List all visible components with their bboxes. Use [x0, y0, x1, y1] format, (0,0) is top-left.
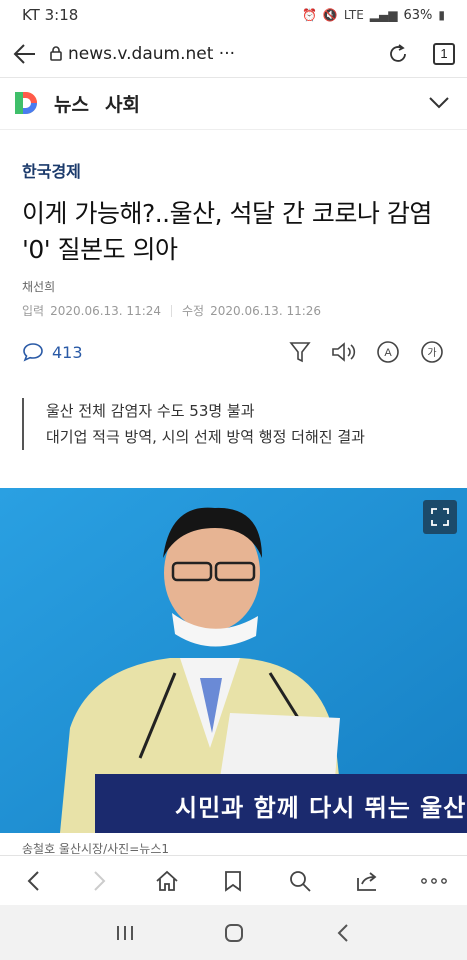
news-label[interactable]: 뉴스	[54, 90, 89, 117]
section-label[interactable]: 사회	[105, 90, 140, 117]
forward-icon[interactable]	[80, 861, 120, 901]
font-size-icon[interactable]: 가	[417, 337, 447, 367]
system-nav-bar	[0, 905, 467, 960]
photo-banner-text: 시민과 함께 다시 뛰는 울산	[175, 794, 467, 822]
comment-count: 413	[52, 342, 83, 362]
tabs-button[interactable]: 1	[421, 42, 467, 65]
alarm-icon: ⏰	[301, 8, 317, 22]
chevron-down-icon[interactable]	[429, 94, 449, 113]
article-dates: 입력 2020.06.13. 11:24 수정 2020.06.13. 11:2…	[22, 302, 321, 319]
carrier-time: KT 3:18	[22, 6, 79, 24]
daum-news-header: 뉴스 사회	[0, 78, 467, 130]
mute-icon: 🔇	[322, 8, 338, 22]
status-bar: KT 3:18 ⏰ 🔇 LTE ▂▄▆ 63% ▮	[0, 0, 467, 30]
address-field[interactable]: news.v.daum.net ···	[50, 44, 375, 64]
date-divider	[171, 304, 173, 317]
home-button-icon[interactable]	[214, 913, 254, 953]
comment-icon	[23, 343, 43, 362]
summary-line: 울산 전체 감염자 수도 53명 불과	[46, 402, 255, 420]
home-icon[interactable]	[147, 861, 187, 901]
press-name[interactable]: 한국경제	[22, 158, 81, 182]
share-icon[interactable]	[347, 861, 387, 901]
photo-caption: 송철호 울산시장/사진=뉴스1	[22, 842, 169, 854]
modified-date: 2020.06.13. 11:26	[210, 303, 322, 318]
recommend-icon[interactable]	[285, 337, 315, 367]
published-date: 2020.06.13. 11:24	[50, 303, 162, 318]
audio-icon[interactable]	[329, 337, 359, 367]
more-icon[interactable]	[414, 861, 454, 901]
svg-text:가: 가	[427, 347, 436, 359]
back-icon[interactable]	[13, 861, 53, 901]
svg-text:A: A	[384, 347, 392, 359]
battery-icon: ▮	[438, 8, 445, 22]
url-text: news.v.daum.net ···	[68, 43, 236, 64]
article-headline: 이게 가능해?..울산, 석달 간 코로나 감염 '0' 질본도 의아	[22, 199, 432, 264]
back-arrow-icon[interactable]	[0, 43, 50, 65]
signal-icon: ▂▄▆	[369, 8, 398, 22]
daum-logo[interactable]	[12, 90, 40, 118]
translate-icon[interactable]: A	[373, 337, 403, 367]
search-icon[interactable]	[280, 861, 320, 901]
reporter-name[interactable]: 채선희	[22, 278, 55, 295]
lock-icon	[50, 46, 62, 61]
article-summary: 울산 전체 감염자 수도 53명 불과 대기업 적극 방역, 시의 선제 방역 …	[22, 398, 365, 450]
lte-icon: LTE	[343, 8, 364, 22]
system-back-icon[interactable]	[323, 913, 363, 953]
browser-toolbar	[0, 855, 467, 905]
modified-label: 수정	[182, 304, 205, 318]
expand-icon[interactable]	[423, 500, 457, 534]
battery-percent: 63%	[403, 7, 433, 23]
bookmark-icon[interactable]	[213, 861, 253, 901]
published-label: 입력	[22, 304, 45, 318]
reload-icon[interactable]	[375, 42, 421, 66]
article-photo[interactable]: 시민과 함께 다시 뛰는 울산	[0, 488, 467, 833]
tool-icons: A 가	[285, 337, 447, 367]
comments-button[interactable]: 413	[22, 342, 83, 362]
summary-line: 대기업 적극 방역, 시의 선제 방역 행정 더해진 결과	[46, 428, 365, 446]
recent-apps-icon[interactable]	[105, 913, 145, 953]
tab-count: 1	[433, 42, 455, 65]
status-icons: ⏰ 🔇 LTE ▂▄▆ 63% ▮	[302, 8, 445, 23]
article-tools: 413 A 가	[22, 336, 447, 368]
browser-url-bar: news.v.daum.net ··· 1	[0, 30, 467, 78]
